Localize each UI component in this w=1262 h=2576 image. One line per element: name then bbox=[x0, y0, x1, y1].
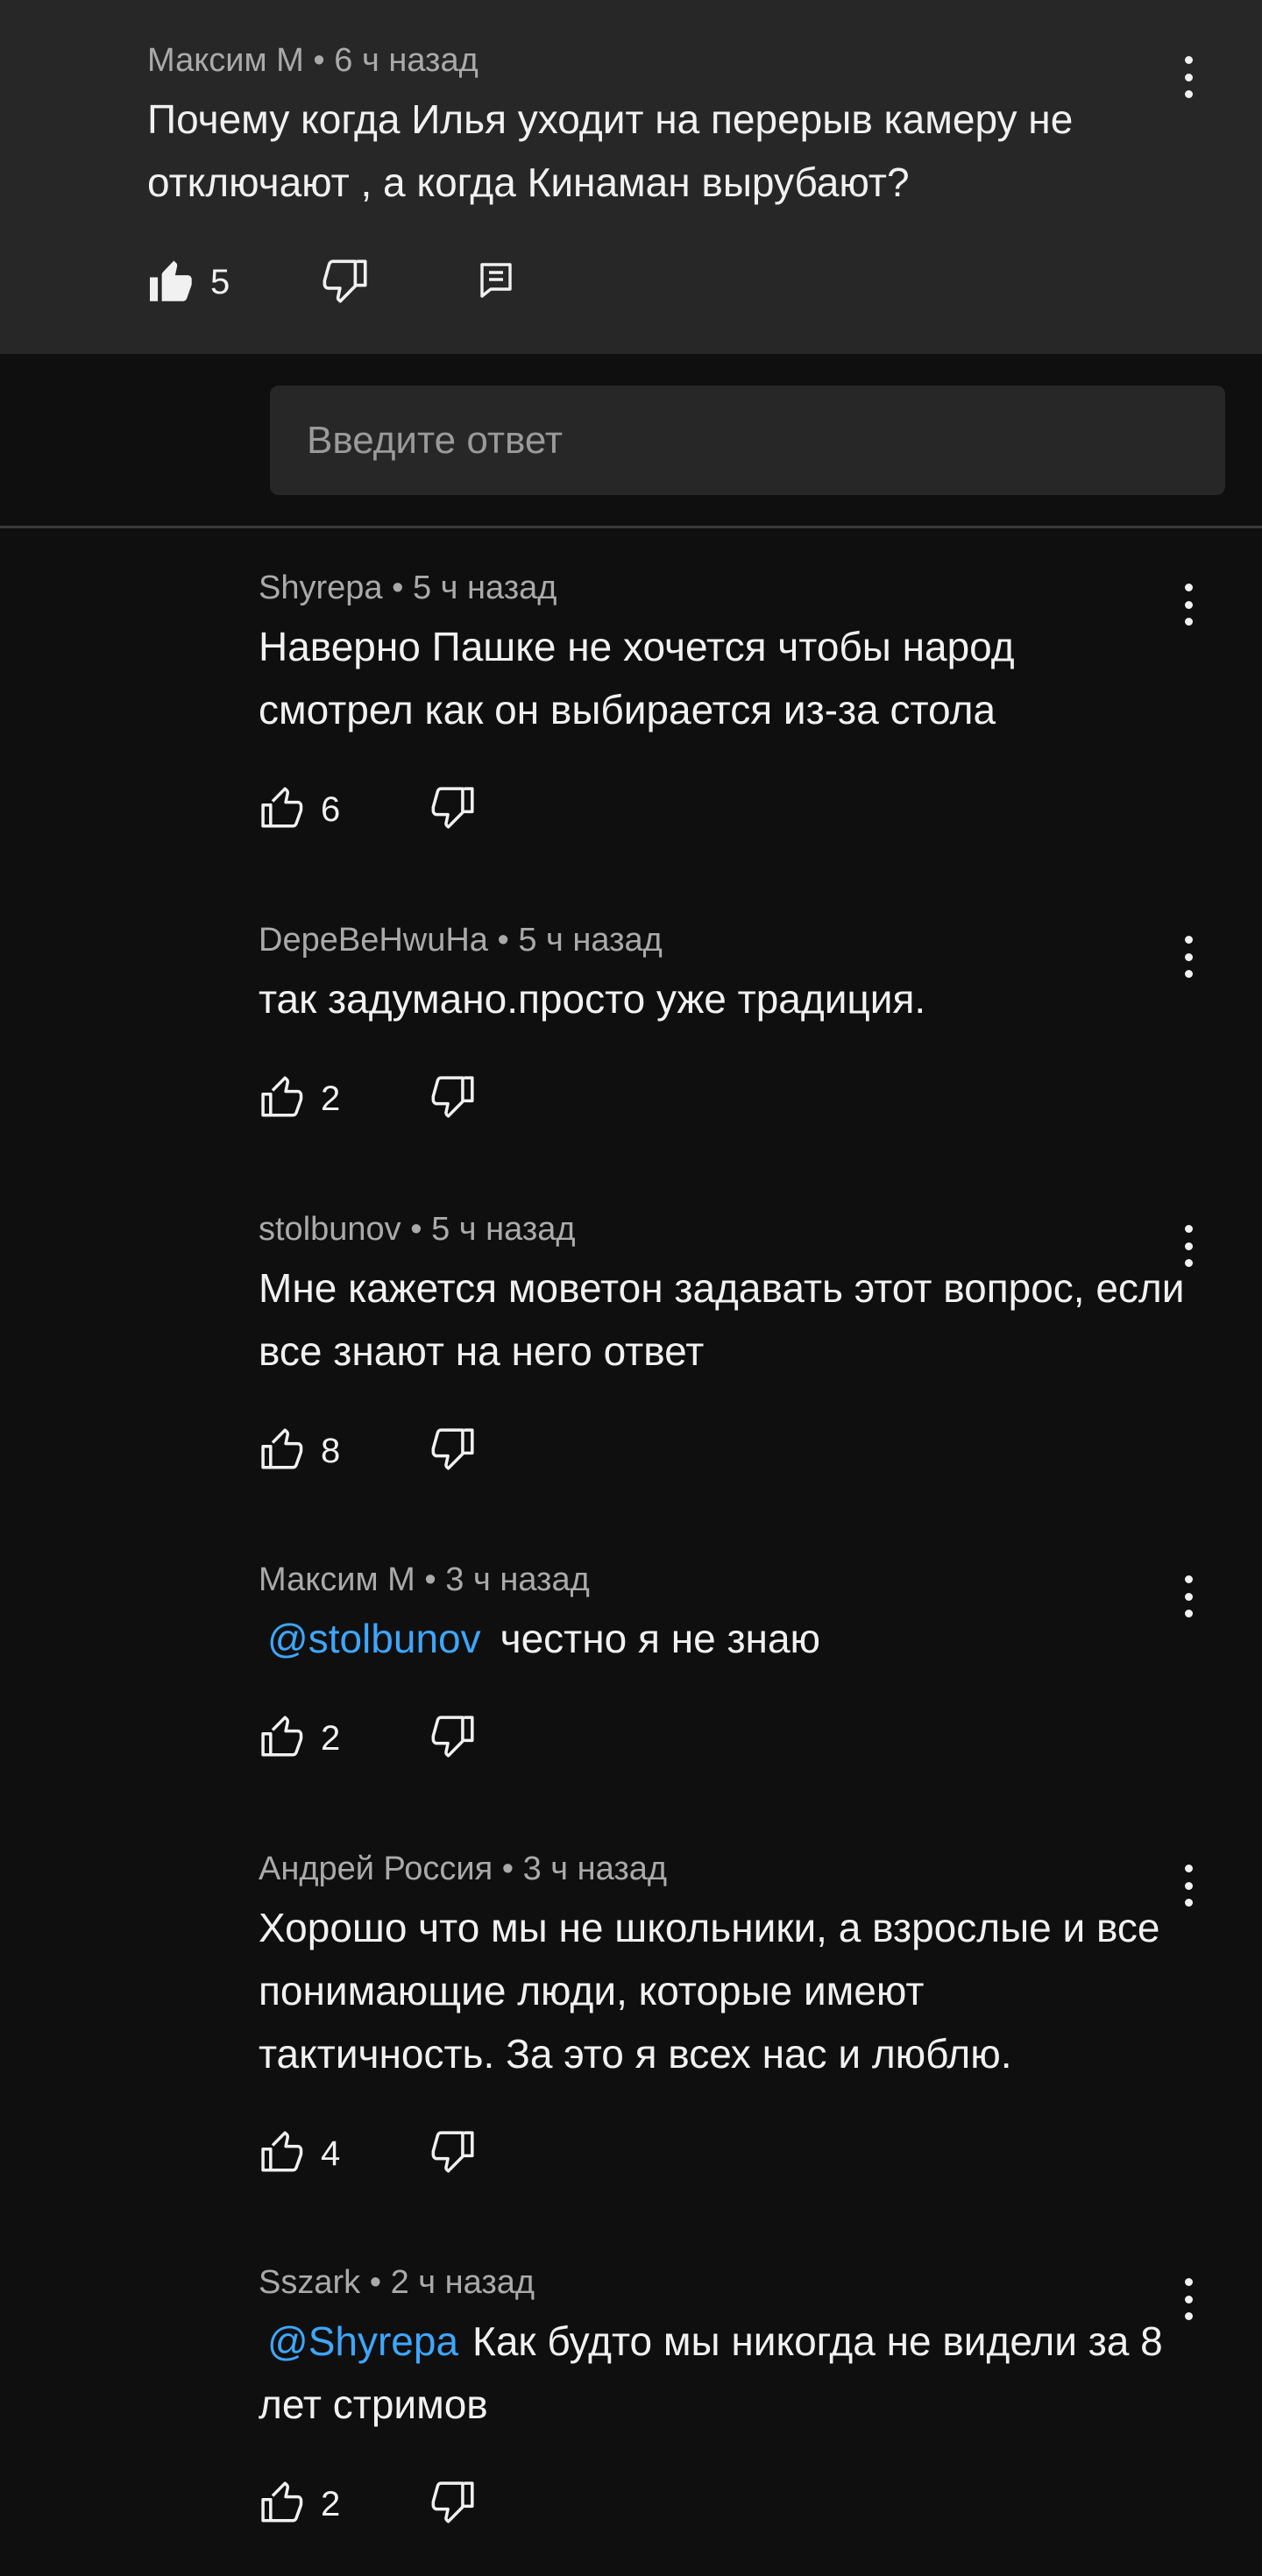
meta-separator: • bbox=[410, 1211, 422, 1248]
dislike-button[interactable] bbox=[429, 2131, 477, 2173]
like-count: 2 bbox=[321, 1079, 341, 1118]
author-name[interactable]: Максим М bbox=[147, 42, 304, 79]
like-button[interactable] bbox=[259, 2481, 307, 2523]
divider bbox=[0, 526, 1262, 528]
thumb-up-icon bbox=[261, 1716, 303, 1757]
thumb-up-icon bbox=[261, 787, 303, 828]
like-count: 2 bbox=[321, 2485, 341, 2523]
like-button[interactable] bbox=[259, 1076, 307, 1118]
reply-text: Мне кажется моветон задавать этот вопрос… bbox=[259, 1265, 1185, 1374]
comment-time: 6 ч назад bbox=[334, 42, 479, 79]
reply-meta: DepeBeHwuHa • 5 ч назад bbox=[259, 922, 663, 959]
dislike-button[interactable] bbox=[429, 1076, 477, 1118]
like-button[interactable] bbox=[147, 259, 196, 303]
author-name[interactable]: Sszark bbox=[259, 2264, 360, 2301]
thumb-down-icon bbox=[431, 1076, 474, 1118]
thumb-up-icon bbox=[261, 2131, 303, 2172]
comment-time: 5 ч назад bbox=[412, 570, 557, 606]
meta-separator: • bbox=[497, 922, 509, 959]
reply-meta: Sszark • 2 ч назад bbox=[259, 2264, 535, 2302]
reply-meta: Максим М • 3 ч назад bbox=[259, 1561, 590, 1599]
more-options-icon[interactable] bbox=[1180, 936, 1197, 978]
author-name[interactable]: Shyrepa bbox=[259, 570, 383, 606]
thumb-down-icon bbox=[431, 787, 474, 829]
more-options-icon[interactable] bbox=[1180, 1225, 1197, 1267]
dislike-button[interactable] bbox=[429, 787, 477, 829]
comment-time: 5 ч назад bbox=[431, 1211, 576, 1248]
thumb-up-icon bbox=[261, 1076, 303, 1117]
more-options-icon[interactable] bbox=[1180, 56, 1197, 98]
dislike-button[interactable] bbox=[429, 1428, 477, 1470]
thumb-down-icon bbox=[323, 259, 367, 303]
author-name[interactable]: Максим М bbox=[259, 1561, 415, 1598]
reply-input[interactable] bbox=[270, 386, 1225, 495]
thumb-down-icon bbox=[431, 2481, 474, 2523]
more-options-icon[interactable] bbox=[1180, 1865, 1197, 1907]
author-name[interactable]: DepeBeHwuHa bbox=[259, 922, 488, 959]
reply-button[interactable] bbox=[479, 261, 514, 298]
more-options-icon[interactable] bbox=[1180, 584, 1197, 626]
thumb-down-icon bbox=[431, 2131, 474, 2173]
meta-separator: • bbox=[424, 1561, 436, 1598]
dislike-button[interactable] bbox=[321, 259, 370, 303]
reply-text: Наверно Пашке не хочется чтобы народ смо… bbox=[259, 624, 1015, 732]
reply-comment-icon bbox=[480, 263, 512, 298]
reply-text: @Shyrepa Как будто мы никогда не видели з… bbox=[259, 2310, 1188, 2436]
like-button[interactable] bbox=[259, 1716, 307, 1758]
like-count: 4 bbox=[321, 2134, 341, 2173]
thumb-down-icon bbox=[431, 1716, 474, 1758]
dislike-button[interactable] bbox=[429, 2481, 477, 2523]
comment-time: 3 ч назад bbox=[445, 1561, 590, 1598]
thumb-down-icon bbox=[431, 1428, 474, 1470]
reply-meta: stolbunov • 5 ч назад bbox=[259, 1211, 576, 1249]
comment-text: Почему когда Илья уходит на перерыв каме… bbox=[147, 96, 1074, 205]
reply-text-body: честно я не знаю bbox=[500, 1616, 821, 1661]
author-name[interactable]: Андрей Россия bbox=[259, 1851, 493, 1887]
reply-text: @stolbunov честно я не знаю bbox=[259, 1607, 1188, 1670]
thumb-up-icon bbox=[261, 1428, 303, 1469]
meta-separator: • bbox=[392, 570, 404, 606]
like-button[interactable] bbox=[259, 2131, 307, 2173]
like-count: 6 bbox=[321, 790, 341, 829]
more-options-icon[interactable] bbox=[1180, 1575, 1197, 1617]
parent-comment: Максим М • 6 ч назад Почему когда Илья у… bbox=[0, 0, 1262, 354]
dislike-button[interactable] bbox=[429, 1716, 477, 1758]
reply-meta: Shyrepa • 5 ч назад bbox=[259, 570, 557, 607]
more-options-icon[interactable] bbox=[1180, 2278, 1197, 2320]
comment-time: 2 ч назад bbox=[390, 2264, 535, 2301]
like-count: 5 bbox=[210, 263, 230, 301]
meta-separator: • bbox=[369, 2264, 382, 2301]
reply-meta: Андрей Россия • 3 ч назад bbox=[259, 1851, 667, 1888]
author-name[interactable]: stolbunov bbox=[259, 1211, 401, 1248]
comment-time: 5 ч назад bbox=[518, 922, 663, 959]
thumb-up-icon bbox=[261, 2481, 303, 2523]
meta-separator: • bbox=[501, 1851, 514, 1887]
like-count: 2 bbox=[321, 1719, 341, 1758]
mention-link[interactable]: @stolbunov bbox=[267, 1616, 481, 1661]
reply-text: Хорошо что мы не школьники, а взрослые и… bbox=[259, 1905, 1160, 2077]
meta-separator: • bbox=[313, 42, 325, 79]
like-count: 8 bbox=[321, 1432, 341, 1470]
reply-text: так задумано.просто уже традиция. bbox=[259, 976, 926, 1022]
thumb-up-filled-icon bbox=[150, 260, 192, 301]
comment-meta: Максим М • 6 ч назад bbox=[147, 42, 479, 80]
mention-link[interactable]: @Shyrepa bbox=[267, 2318, 458, 2364]
like-button[interactable] bbox=[259, 787, 307, 829]
comment-time: 3 ч назад bbox=[522, 1851, 668, 1887]
like-button[interactable] bbox=[259, 1428, 307, 1470]
